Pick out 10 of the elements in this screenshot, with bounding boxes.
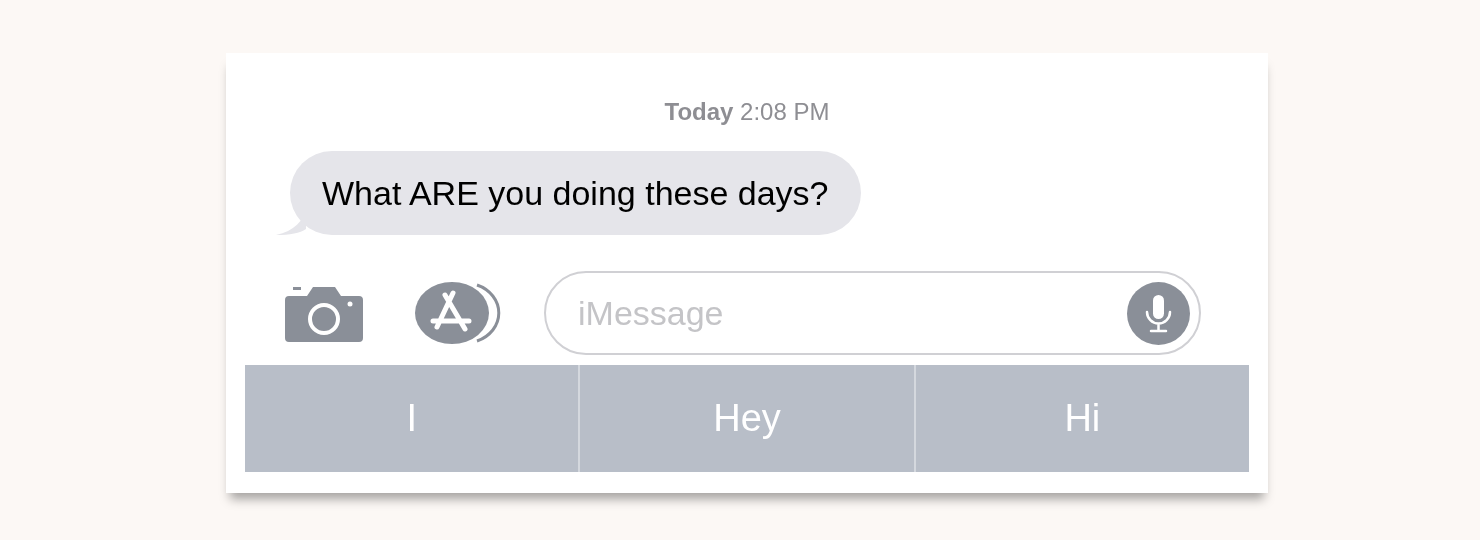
suggestion-button[interactable]: Hey (578, 365, 914, 472)
microphone-icon[interactable] (1127, 281, 1190, 345)
timestamp: Today 2:08 PM (664, 97, 830, 127)
suggestion-button[interactable]: Hi (913, 365, 1249, 472)
message-field[interactable]: iMessage (544, 271, 1201, 355)
message-bubble: What ARE you doing these days? (290, 151, 861, 235)
app-store-icon[interactable] (415, 281, 501, 345)
camera-icon[interactable] (285, 284, 363, 342)
message-input[interactable]: iMessage (576, 292, 1127, 334)
suggestion-button[interactable]: I (245, 365, 579, 472)
